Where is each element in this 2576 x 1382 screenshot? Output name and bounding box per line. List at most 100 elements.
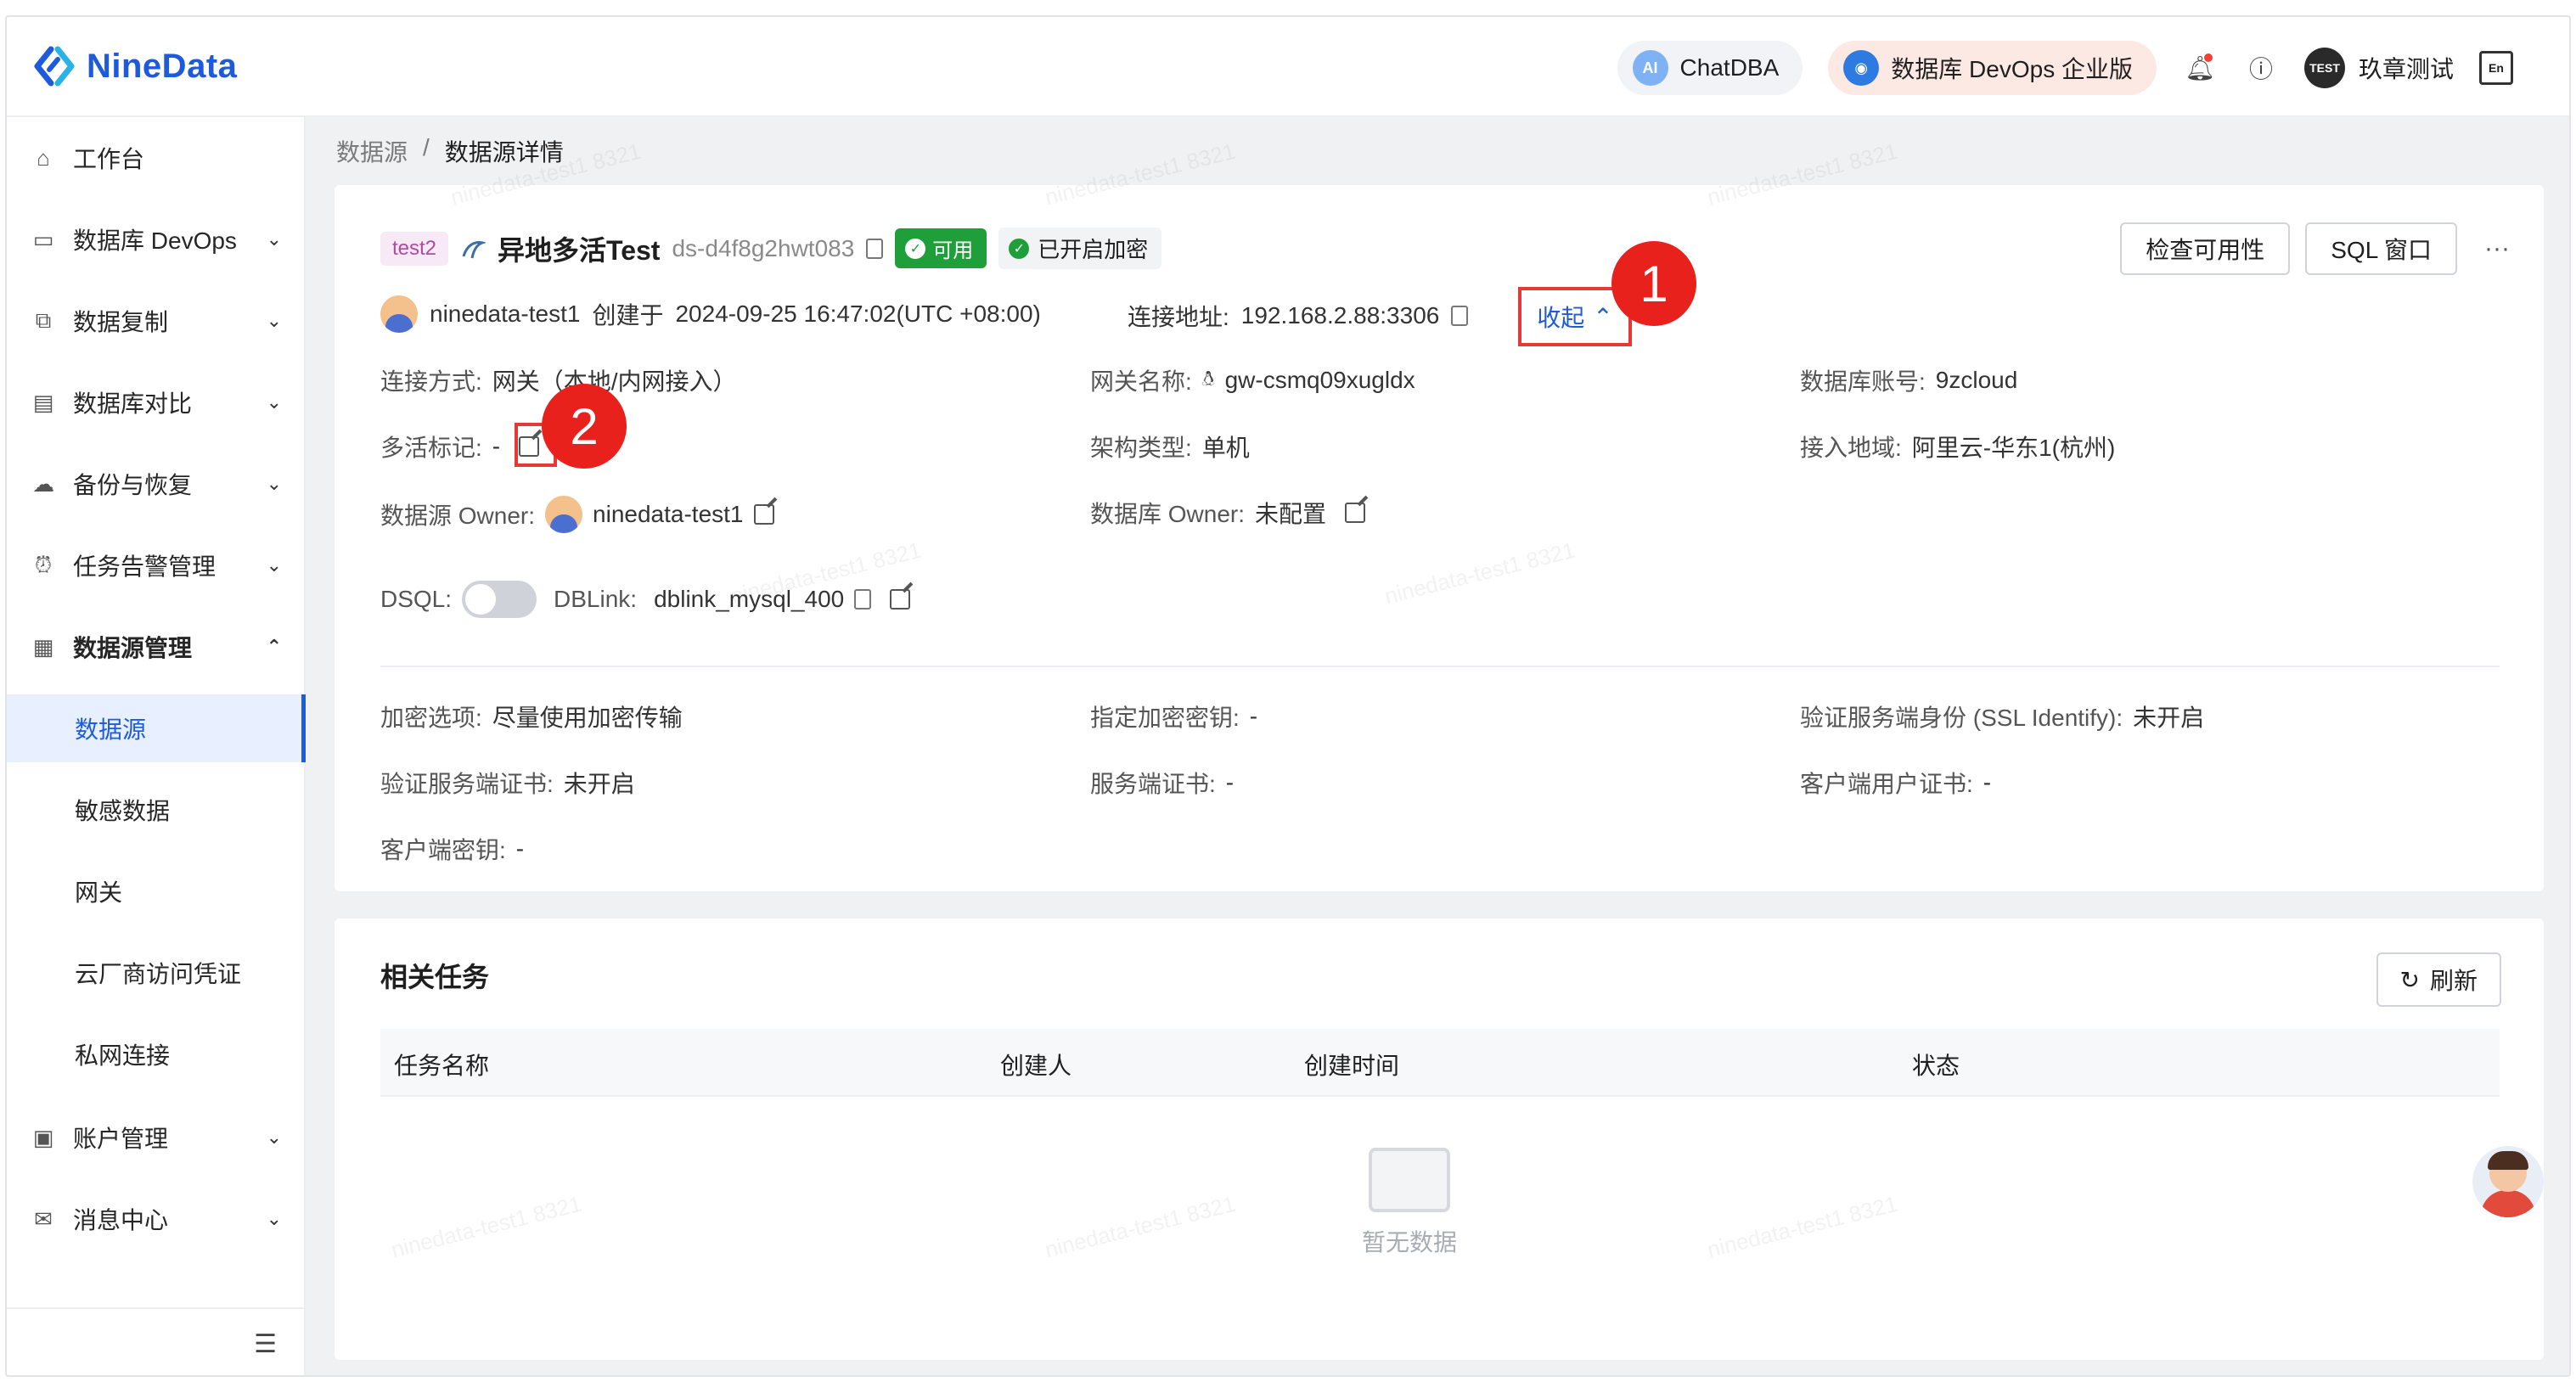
status-text: 可用 (932, 239, 974, 262)
sidebar-subitem-gateway[interactable]: 网关 (7, 857, 306, 925)
datasource-id: ds-d4f8g2hwt083 (672, 234, 855, 261)
column-header[interactable]: 状态 (1912, 1048, 1960, 1081)
alarm-icon: ⏰︎ (34, 552, 53, 577)
field-value: - (492, 433, 501, 459)
sidebar-item-alarm[interactable]: ⏰︎ 任务告警管理 ⌄ (7, 525, 306, 606)
user-menu[interactable]: TEST 玖章测试 (2303, 48, 2454, 88)
field-label: 客户端密钥: (380, 837, 506, 863)
creator-info: ninedata-test1 创建于 2024-09-25 16:47:02(U… (380, 295, 1041, 333)
breadcrumb-current: 数据源详情 (444, 139, 564, 166)
bell-icon[interactable]: 🔔︎ (2182, 50, 2218, 86)
refresh-button[interactable]: ↻ 刷新 (2376, 952, 2501, 1007)
edit-icon[interactable] (753, 504, 774, 525)
field-value: ninedata-test1 (593, 501, 744, 527)
annotation-marker-2: 2 (542, 384, 627, 469)
sidebar-item-workbench[interactable]: ⌂ 工作台 (7, 117, 306, 199)
field-region: 接入地域: 阿里云-华东1(杭州) (1800, 430, 2115, 463)
field-label: 连接方式: (380, 368, 482, 395)
field-value[interactable]: gw-csmq09xugldx (1225, 367, 1415, 394)
dsql-toggle[interactable] (462, 581, 537, 618)
encryption-badge: ✓ 已开启加密 (998, 228, 1162, 269)
avatar-body (2481, 1190, 2535, 1217)
ai-icon: AI (1632, 50, 1668, 86)
datasource-icon: ▦ (32, 633, 54, 660)
sidebar-subitem-private-link[interactable]: 私网连接 (7, 1020, 306, 1088)
field-ssl-identify: 验证服务端身份 (SSL Identify): 未开启 (1800, 699, 2204, 733)
sidebar-item-replication[interactable]: ⧉ 数据复制 ⌄ (7, 280, 306, 362)
home-icon: ⌂ (37, 144, 50, 171)
menu-fold-icon: ☰ (254, 1329, 277, 1358)
sidebar-item-label: 数据库 DevOps (73, 228, 237, 254)
field-value: - (515, 835, 525, 862)
field-value: - (1983, 769, 1992, 795)
chatdba-label: ChatDBA (1679, 54, 1780, 81)
copy-icon[interactable] (1451, 306, 1469, 326)
sidebar-item-account[interactable]: ▣ 账户管理 ⌄ (7, 1097, 306, 1178)
status-badge: ✓ 可用 (895, 228, 987, 268)
language-switch-icon[interactable]: En (2479, 51, 2513, 85)
column-header[interactable]: 创建人 (1000, 1048, 1071, 1081)
check-availability-button[interactable]: 检查可用性 (2120, 222, 2291, 275)
more-icon[interactable]: ··· (2484, 234, 2510, 263)
help-icon[interactable]: ⓘ (2243, 50, 2279, 86)
sidebar-item-compare[interactable]: ▤ 数据库对比 ⌄ (7, 362, 306, 443)
field-value: 网关（本地/内网接入） (492, 368, 737, 395)
edit-icon[interactable] (890, 589, 911, 610)
chatdba-button[interactable]: AI ChatDBA (1617, 41, 1803, 95)
sidebar-subitem-cloud-credentials[interactable]: 云厂商访问凭证 (7, 939, 306, 1007)
sidebar-subitem-datasource[interactable]: 数据源 (7, 694, 306, 762)
customer-service-avatar[interactable] (2472, 1146, 2544, 1217)
related-tasks-card: 相关任务 ↻ 刷新 任务名称 创建人 创建时间 状态 暂无数据 (335, 919, 2544, 1360)
refresh-icon: ↻ (2399, 966, 2420, 993)
sidebar-item-devops[interactable]: ▭ 数据库 DevOps ⌄ (7, 199, 306, 280)
field-label: 指定加密密钥: (1090, 705, 1240, 731)
field-label: 客户端用户证书: (1800, 771, 1973, 797)
edit-icon[interactable] (1345, 503, 1366, 523)
compare-icon: ▤ (32, 389, 54, 415)
sidebar-item-backup[interactable]: ☁ 备份与恢复 ⌄ (7, 443, 306, 525)
field-enc-key: 指定加密密钥: - (1090, 699, 1257, 733)
copy-icon[interactable] (866, 238, 884, 259)
field-client-cert: 客户端用户证书: - (1800, 766, 1991, 800)
dblink-label: DBLink: (554, 586, 638, 612)
chevron-down-icon: ⌄ (266, 310, 282, 331)
copy-icon[interactable] (854, 589, 872, 610)
sidebar-item-label: 账户管理 (73, 1126, 169, 1152)
sidebar-item-messages[interactable]: ✉ 消息中心 ⌄ (7, 1178, 306, 1260)
chevron-down-icon: ⌄ (266, 1126, 282, 1148)
datasource-name: 异地多活Test (498, 234, 661, 266)
field-dsql: DSQL: DBLink: dblink_mysql_400 (380, 581, 911, 618)
section-title: 相关任务 (380, 962, 490, 992)
field-label: 网关名称: (1090, 368, 1192, 395)
backup-icon: ☁ (32, 470, 54, 497)
field-value: 未开启 (2133, 705, 2205, 731)
empty-state: 暂无数据 (1362, 1148, 1457, 1258)
created-label: 创建于 (592, 302, 664, 329)
top-bar: NineData AI ChatDBA ◉ 数据库 DevOps 企业版 🔔︎ … (7, 17, 2569, 117)
chevron-down-icon: ⌄ (266, 473, 282, 494)
dblink-value: dblink_mysql_400 (654, 586, 845, 612)
devops-edition-button[interactable]: ◉ 数据库 DevOps 企业版 (1828, 41, 2157, 95)
connection-address: 连接地址: 192.168.2.88:3306 (1128, 299, 1469, 333)
sidebar-subitem-sensitive-data[interactable]: 敏感数据 (7, 776, 306, 844)
column-header[interactable]: 创建时间 (1304, 1048, 1399, 1081)
sql-window-button[interactable]: SQL 窗口 (2305, 222, 2458, 275)
sidebar-item-label: 数据复制 (73, 309, 169, 335)
ninedata-logo-icon (34, 46, 75, 87)
column-header[interactable]: 任务名称 (394, 1048, 489, 1081)
chevron-up-icon: ⌃ (1593, 303, 1613, 330)
collapse-sidebar-button[interactable]: ☰ (7, 1307, 306, 1375)
check-circle-icon: ✓ (1009, 238, 1030, 259)
chevron-down-icon: ⌄ (266, 554, 282, 576)
field-label: 验证服务端证书: (380, 771, 554, 797)
breadcrumb-root[interactable]: 数据源 (336, 134, 408, 168)
sidebar-item-datasource-management[interactable]: ▦ 数据源管理 ⌃ (7, 606, 306, 688)
field-value: 尽量使用加密传输 (492, 705, 683, 731)
brand-logo[interactable]: NineData (32, 44, 237, 88)
mail-icon: ✉ (34, 1205, 53, 1232)
replication-icon: ⧉ (35, 307, 52, 333)
empty-inbox-icon (1369, 1148, 1450, 1212)
sidebar-item-label: 数据源管理 (73, 635, 193, 661)
connection-label: 连接地址: (1128, 304, 1229, 330)
datasource-detail-card: test2 异地多活Test ds-d4f8g2hwt083 ✓ 可用 ✓ 已开… (335, 185, 2544, 891)
